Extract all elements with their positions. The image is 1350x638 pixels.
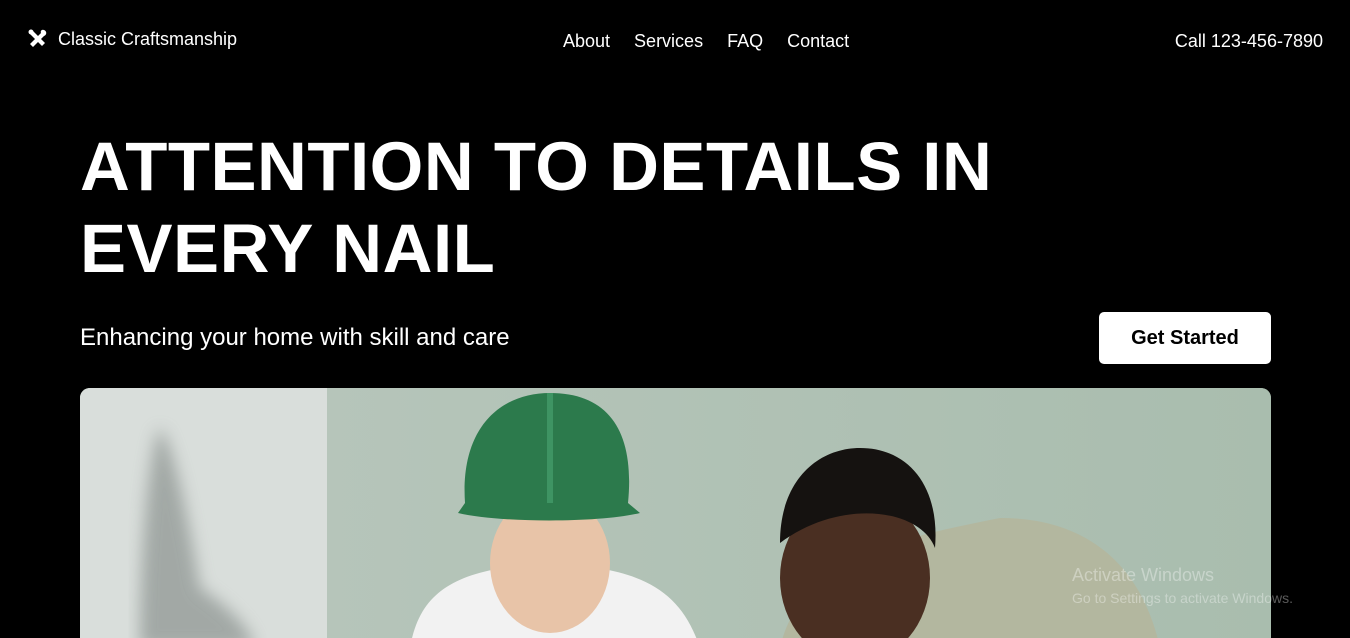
nav-link-contact[interactable]: Contact — [787, 31, 849, 52]
nav-link-faq[interactable]: FAQ — [727, 31, 763, 52]
call-link[interactable]: Call 123-456-7890 — [1175, 31, 1323, 52]
nav-link-services[interactable]: Services — [634, 31, 703, 52]
workers-photo — [80, 388, 1271, 638]
tools-icon — [26, 28, 48, 50]
get-started-button[interactable]: Get Started — [1099, 312, 1271, 364]
hero-image — [80, 388, 1271, 638]
brand[interactable]: Classic Craftsmanship — [26, 28, 237, 50]
hero-title: ATTENTION TO DETAILS IN EVERY NAIL — [80, 128, 993, 287]
brand-name: Classic Craftsmanship — [58, 28, 238, 49]
nav-link-about[interactable]: About — [563, 31, 610, 52]
top-navigation: Classic Craftsmanship About Services FAQ… — [0, 0, 1350, 84]
hero-subtitle: Enhancing your home with skill and care — [80, 324, 510, 351]
main-menu: About Services FAQ Contact — [563, 31, 849, 52]
